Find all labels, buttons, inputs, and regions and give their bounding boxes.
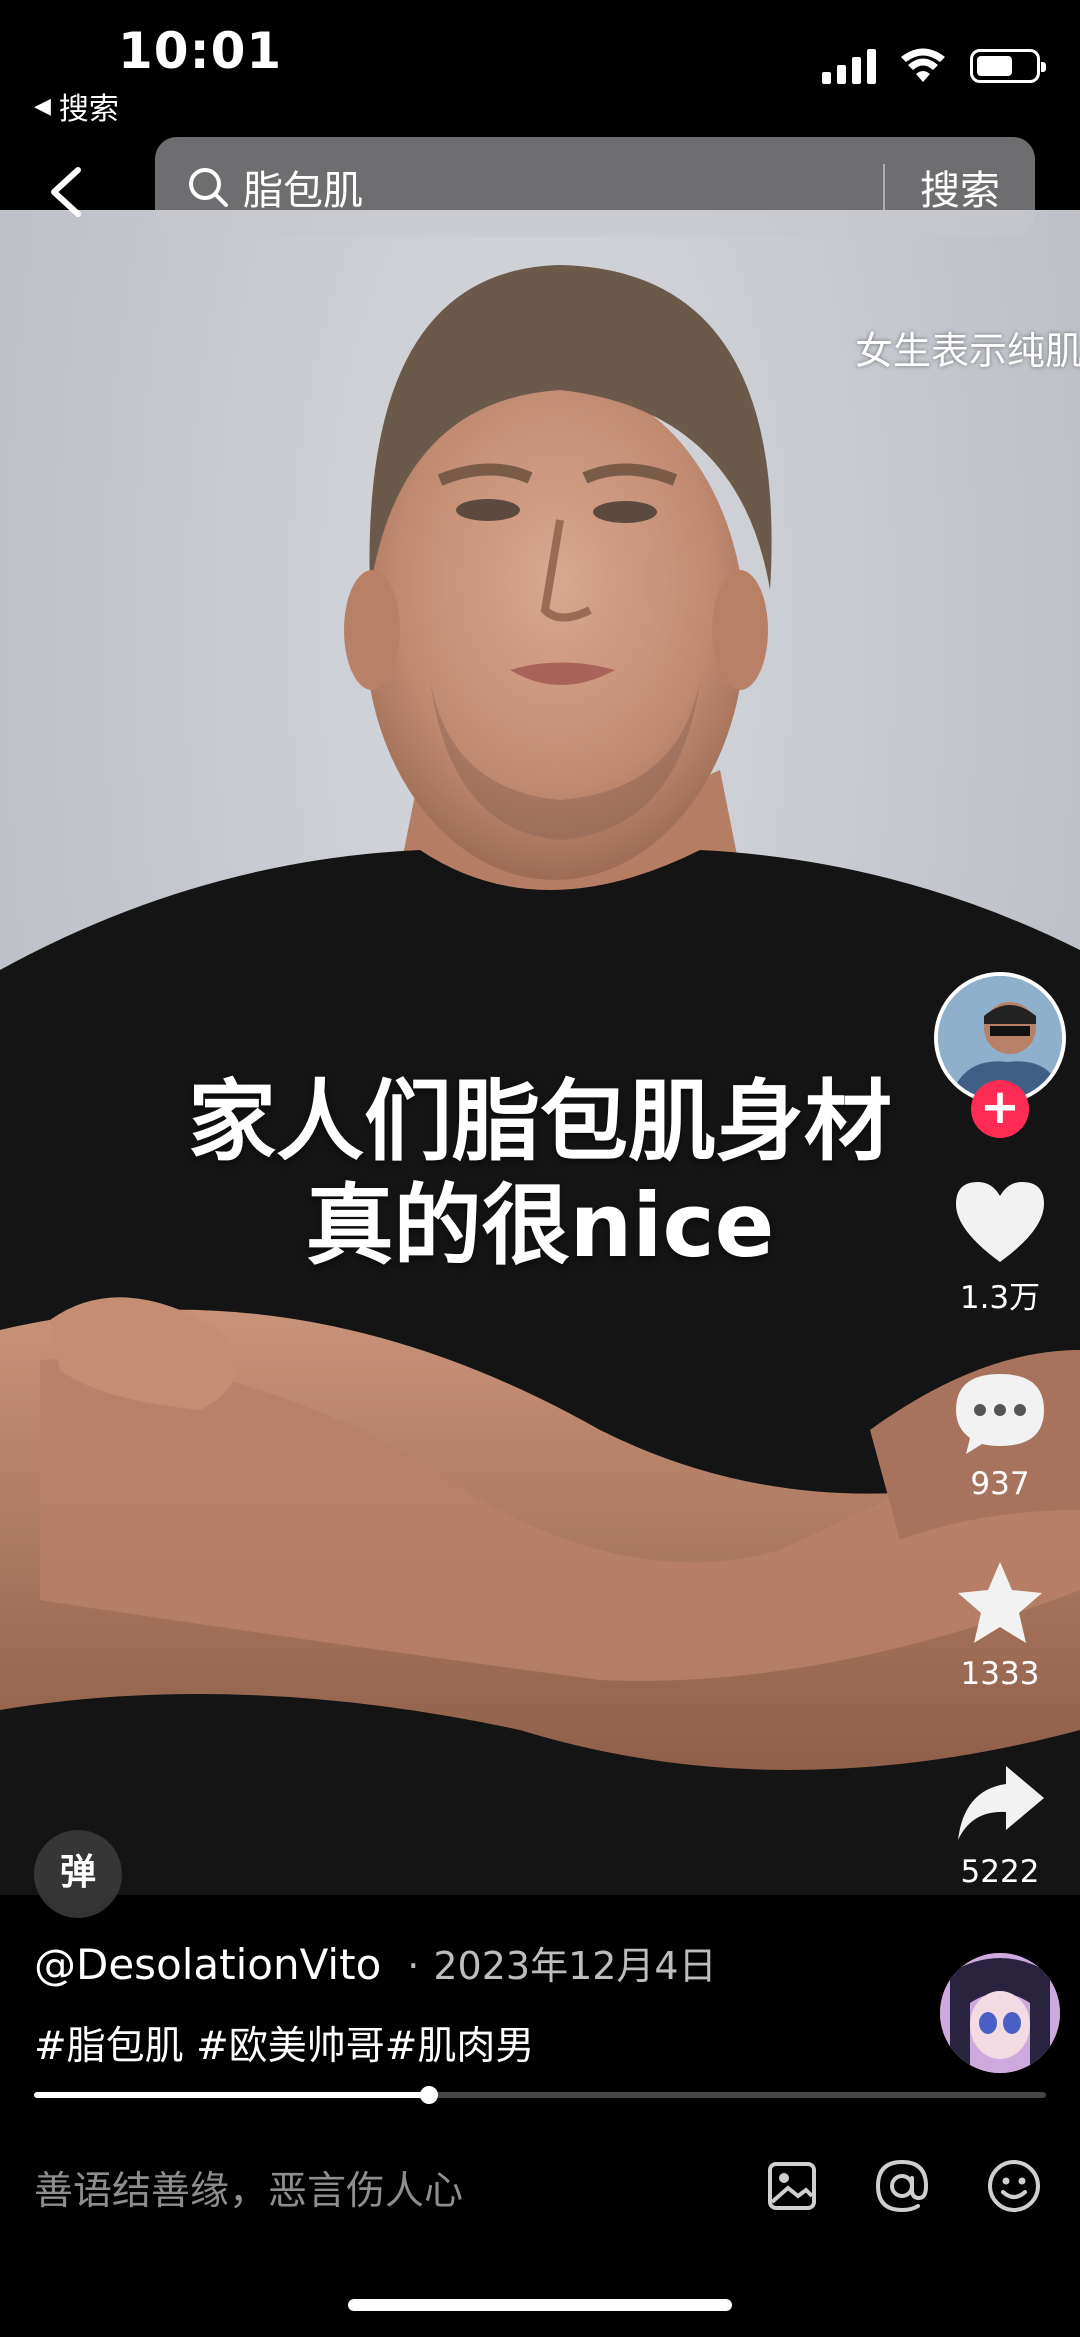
- comment-button[interactable]: 937: [925, 1368, 1075, 1502]
- wifi-icon: [901, 48, 945, 82]
- music-disc-image: [940, 1953, 1060, 2073]
- search-box[interactable]: 脂包肌 搜索: [155, 137, 1035, 237]
- video-caption: 家人们脂包肌身材 真的很nice: [0, 1070, 1080, 1278]
- post-date-wrap: · 2023年12月4日: [407, 1935, 716, 1990]
- video-player[interactable]: 女生表示纯肌 家人们脂包肌身材 真的很nice: [0, 210, 1080, 1895]
- home-indicator[interactable]: [348, 2299, 732, 2311]
- at-icon[interactable]: [872, 2156, 932, 2216]
- progress-scrubber[interactable]: [419, 2086, 438, 2104]
- clock: 10:01: [118, 22, 283, 80]
- danmu-toggle[interactable]: 弹: [34, 1830, 122, 1918]
- post-date: 2023年12月4日: [433, 1944, 717, 1988]
- share-count: 5222: [960, 1854, 1040, 1890]
- back-app-label: 搜索: [58, 92, 119, 127]
- back-to-app-link[interactable]: ◀ 搜索: [34, 84, 119, 128]
- comment-bar: 善语结善缘，恶言伤人心: [0, 2140, 1080, 2240]
- author-name[interactable]: @DesolationVito: [34, 1940, 381, 1989]
- like-count: 1.3万: [959, 1280, 1041, 1316]
- caption-line-1: 家人们脂包肌身材: [187, 1070, 892, 1173]
- share-icon: [958, 1766, 1044, 1840]
- comment-input[interactable]: 善语结善缘，恶言伤人心: [34, 2160, 463, 2216]
- back-arrow-icon[interactable]: [40, 162, 90, 222]
- search-button[interactable]: 搜索: [885, 158, 1035, 216]
- follow-button[interactable]: +: [971, 1080, 1029, 1138]
- side-caption: 女生表示纯肌: [855, 329, 1080, 373]
- back-triangle-icon: ◀: [34, 93, 51, 119]
- status-icons: [822, 48, 1046, 84]
- like-button[interactable]: 1.3万: [925, 1178, 1075, 1317]
- battery-icon: [970, 49, 1046, 83]
- image-icon[interactable]: [762, 2156, 822, 2216]
- music-disc[interactable]: [940, 1953, 1060, 2073]
- comment-count: 937: [970, 1466, 1030, 1502]
- post-meta: @DesolationVito · 2023年12月4日: [34, 1935, 717, 1990]
- star-icon: [958, 1562, 1042, 1643]
- search-query[interactable]: 脂包肌: [243, 158, 883, 216]
- video-frame-person: [0, 265, 1080, 1895]
- share-button[interactable]: 5222: [925, 1760, 1075, 1890]
- emoji-icon[interactable]: [984, 2156, 1044, 2216]
- caption-line-2: 真的很nice: [305, 1174, 775, 1277]
- status-bar: 10:01 ◀ 搜索: [0, 0, 1080, 130]
- progress-played: [34, 2092, 429, 2098]
- heart-icon: [956, 1182, 1044, 1262]
- search-header: 脂包肌 搜索: [0, 137, 1080, 241]
- favorite-button[interactable]: 1333: [925, 1558, 1075, 1692]
- meta-separator: ·: [407, 1944, 420, 1988]
- post-tags[interactable]: #脂包肌 #欧美帅哥#肌肉男: [34, 2015, 534, 2071]
- comment-icon: [956, 1374, 1044, 1454]
- cellular-signal-icon: [822, 48, 876, 84]
- search-icon: [189, 168, 228, 207]
- video-progress-bar[interactable]: [34, 2086, 1046, 2104]
- favorite-count: 1333: [960, 1656, 1040, 1692]
